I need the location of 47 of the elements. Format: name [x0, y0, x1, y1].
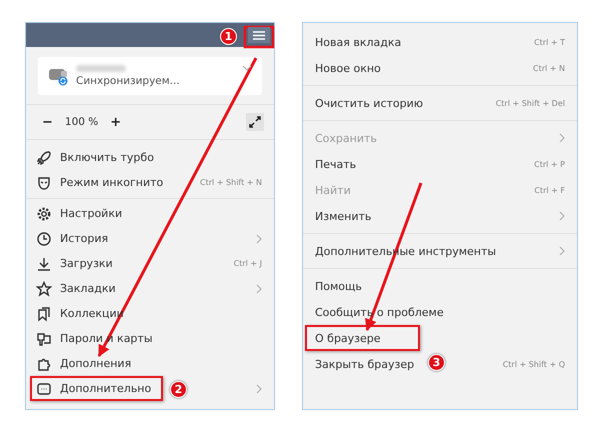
- menu-item[interactable]: Включить турбо: [60, 151, 154, 164]
- menu-item[interactable]: Пароли и карты: [60, 332, 153, 345]
- highlight-frame: [244, 26, 274, 48]
- shortcut-label: Ctrl + F: [534, 186, 565, 194]
- menu-item[interactable]: Новая вкладка: [315, 36, 402, 48]
- account-card[interactable]: Синхронизируем...: [38, 57, 262, 95]
- menu-item[interactable]: Режим инкогнито: [60, 176, 164, 189]
- menu-item[interactable]: Закладки: [60, 282, 116, 295]
- zoom-level: 100 %: [64, 116, 98, 128]
- rocket-icon: [36, 150, 52, 166]
- menu-item[interactable]: Дополнительно: [60, 382, 152, 395]
- menu-item[interactable]: Дополнения: [60, 357, 132, 370]
- star-icon: [36, 280, 52, 296]
- download-icon: [36, 256, 52, 272]
- shortcut-label: Ctrl + Shift + N: [200, 178, 262, 187]
- settings-icon: [36, 206, 52, 222]
- shortcut-label: Ctrl + Shift + Q: [502, 360, 565, 368]
- menu-item[interactable]: История: [60, 232, 108, 245]
- avatar-icon: [48, 66, 70, 86]
- menu-icon: [253, 30, 265, 40]
- clock-icon: [36, 230, 52, 246]
- shortcut-label: Ctrl + Shift + Del: [496, 98, 565, 108]
- menu-item[interactable]: Очистить историю: [315, 96, 424, 110]
- fullscreen-button[interactable]: [246, 113, 264, 131]
- zoom-in-button[interactable]: +: [106, 114, 126, 130]
- mask-icon: [36, 174, 52, 190]
- bookmark-stack-icon: [36, 306, 52, 322]
- blurred-name: [76, 65, 126, 72]
- shortcut-label: Ctrl + N: [532, 64, 565, 72]
- shortcut-label: Ctrl + T: [534, 38, 565, 46]
- zoom-out-button[interactable]: −: [38, 114, 57, 130]
- menu-item[interactable]: Настройки: [60, 207, 122, 220]
- menu-item[interactable]: Помощь: [315, 280, 362, 292]
- expand-icon: [249, 116, 261, 128]
- menu-item[interactable]: Закрыть браузер: [315, 358, 414, 370]
- sync-status: Синхронизируем...: [76, 75, 181, 87]
- menu-item[interactable]: Загрузки: [60, 257, 113, 270]
- menu-item[interactable]: Новое окно: [315, 62, 381, 74]
- shortcut-label: Ctrl + J: [234, 259, 262, 268]
- key-card-icon: [36, 330, 52, 346]
- menu-item[interactable]: Печать: [315, 158, 356, 170]
- menu-item[interactable]: О браузере: [315, 332, 381, 344]
- menu-button[interactable]: [248, 27, 270, 43]
- shortcut-label: Ctrl + P: [534, 160, 565, 168]
- chevron-down-icon: [242, 65, 252, 71]
- menu-item[interactable]: Изменить: [315, 210, 372, 222]
- more-icon: [36, 380, 52, 396]
